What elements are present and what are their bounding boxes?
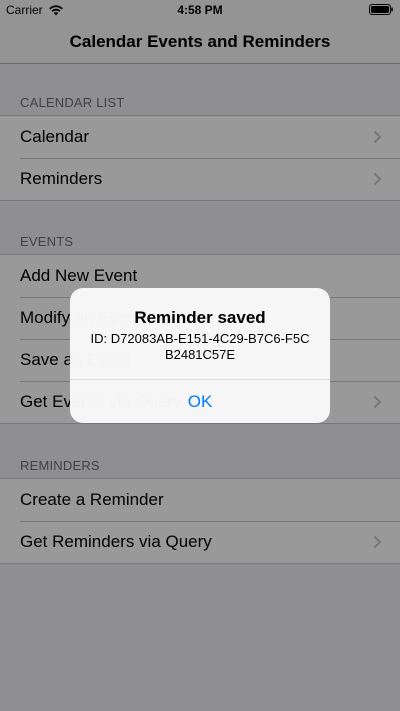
app-screen: Carrier 4:58 PM Calendar Events and Remi… xyxy=(0,0,400,711)
alert-title: Reminder saved xyxy=(134,308,266,327)
alert-message: ID: D72083AB-E151-4C29-B7C6-F5CB2481C57E xyxy=(90,331,310,362)
alert-dialog: Reminder saved ID: D72083AB-E151-4C29-B7… xyxy=(70,288,330,423)
ok-button[interactable]: OK xyxy=(70,380,330,423)
